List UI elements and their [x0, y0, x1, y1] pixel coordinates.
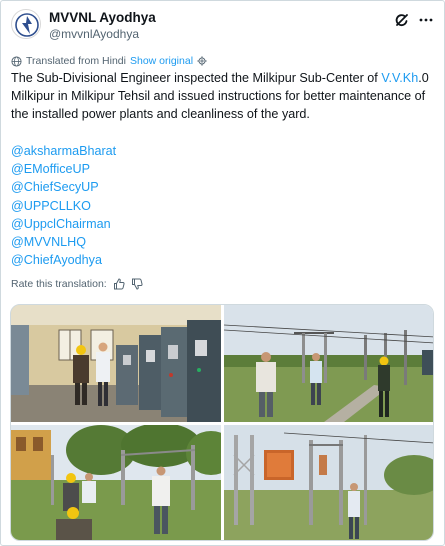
post-text: The Sub-Divisional Engineer inspected th…: [11, 70, 436, 123]
mention-link[interactable]: @aksharmaBharat: [11, 142, 116, 160]
post-text-part1: The Sub-Divisional Engineer inspected th…: [11, 71, 382, 85]
photo-yard-inspection[interactable]: [11, 425, 221, 540]
mention-link[interactable]: @EMofficeUP: [11, 160, 116, 178]
show-original-link[interactable]: Show original: [130, 55, 193, 67]
translation-notice: Translated from Hindi Show original: [11, 54, 207, 68]
mention-link[interactable]: @ChiefAyodhya: [11, 251, 116, 269]
avatar-logo-icon: [13, 11, 40, 38]
mentions-list: @aksharmaBharat @EMofficeUP @ChiefSecyUP…: [11, 142, 116, 269]
rate-translation: Rate this translation:: [11, 278, 143, 290]
mention-link[interactable]: @MVVNLHQ: [11, 233, 116, 251]
thumbs-down-icon[interactable]: [131, 278, 143, 290]
post-header: MVVNL Ayodhya @mvvnlAyodhya: [11, 9, 436, 43]
translated-label: Translated from Hindi: [26, 55, 126, 67]
post-text-link[interactable]: V.V.Kh: [381, 71, 418, 85]
thumbs-up-icon[interactable]: [113, 278, 125, 290]
post-card[interactable]: MVVNL Ayodhya @mvvnlAyodhya Translated f…: [0, 0, 445, 546]
media-grid: [10, 304, 434, 541]
translate-globe-icon: [11, 55, 22, 67]
gear-icon[interactable]: [197, 56, 207, 66]
photo-control-room[interactable]: [11, 305, 221, 422]
more-icon[interactable]: [418, 12, 434, 28]
mention-link[interactable]: @UppclChairman: [11, 215, 116, 233]
photo-substation-equipment[interactable]: [224, 425, 433, 540]
handle[interactable]: @mvvnlAyodhya: [49, 26, 156, 42]
mention-link[interactable]: @UPPCLLKO: [11, 197, 116, 215]
mention-link[interactable]: @ChiefSecyUP: [11, 178, 116, 196]
rate-translation-label: Rate this translation:: [11, 278, 107, 290]
photo-substation-yard[interactable]: [224, 305, 433, 422]
display-name[interactable]: MVVNL Ayodhya: [49, 10, 156, 26]
avatar[interactable]: [11, 9, 41, 39]
grok-icon[interactable]: [394, 12, 410, 28]
